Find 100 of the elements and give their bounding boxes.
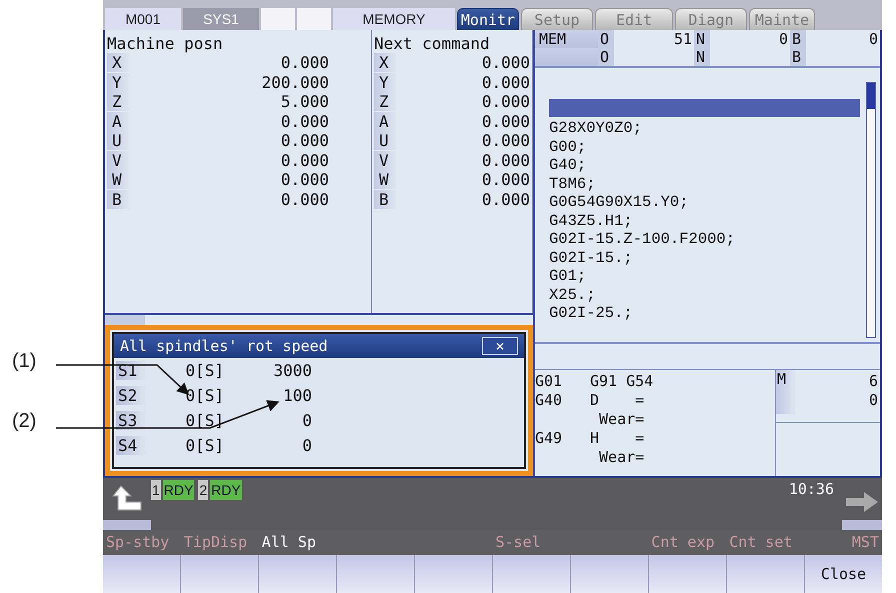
- m-code-value: 6: [868, 372, 878, 391]
- axis-label: V: [107, 150, 129, 170]
- screen-tab[interactable]: Diagn: [675, 8, 747, 30]
- blank-indicator: [261, 8, 295, 30]
- axis-value: 0.000: [280, 53, 330, 72]
- system-number: 2: [198, 480, 208, 500]
- spindle-speed: 100: [282, 386, 312, 405]
- field-value: 0: [778, 30, 789, 48]
- axis-value: 0.000: [480, 131, 530, 150]
- blank-function-key[interactable]: [571, 555, 648, 593]
- axis-label: X: [107, 53, 129, 72]
- spindle-label: S4: [116, 436, 146, 455]
- program-line: X25.;: [549, 286, 597, 304]
- blank-function-key[interactable]: [415, 555, 492, 593]
- blank-function-key[interactable]: [259, 555, 336, 593]
- axis-label: [105, 315, 145, 325]
- modal-code: G49: [535, 429, 564, 448]
- blank-function-key[interactable]: [103, 555, 180, 593]
- axis-label: B: [374, 190, 396, 209]
- axis-value: 0.000: [480, 112, 530, 131]
- modal-code: G01: [535, 372, 564, 391]
- axis-label: X: [374, 53, 396, 72]
- axis-label: V: [374, 150, 396, 170]
- clock-time: 10:36: [788, 479, 835, 500]
- program-line: T8M6;: [549, 174, 597, 193]
- program-line: G0G54G90X15.Y0;: [549, 193, 690, 212]
- m-code-label: M: [776, 370, 795, 414]
- spindle-speed: 0: [301, 411, 312, 430]
- axis-label: U: [107, 131, 129, 150]
- field-label: B: [790, 48, 806, 66]
- program-line: G01;: [549, 267, 588, 286]
- callout-label: (1): [12, 350, 36, 373]
- menu-label: TipDisp: [182, 532, 248, 553]
- axis-value: 0.000: [280, 170, 330, 190]
- field-label: B: [790, 30, 806, 48]
- axis-value: 0.000: [480, 170, 530, 190]
- axis-label: W: [107, 170, 129, 190]
- close-button[interactable]: ×: [482, 337, 518, 355]
- status-label: MEMORY: [333, 8, 455, 30]
- field-label: O: [598, 48, 614, 66]
- spindle-label: S2: [116, 386, 146, 405]
- callout-label: (2): [12, 410, 36, 433]
- spindle-command: 0[S]: [184, 361, 224, 380]
- menu-label: Cnt set: [728, 532, 794, 553]
- menu-label: MST: [850, 532, 880, 553]
- spindle-label: S3: [116, 411, 146, 430]
- system-status: RDY: [210, 480, 242, 500]
- spindle-command: 0[S]: [184, 386, 224, 405]
- field-value: 51: [672, 30, 693, 48]
- field-value: 0: [868, 30, 879, 48]
- blank-function-key[interactable]: [649, 555, 726, 593]
- screen-tab[interactable]: Edit: [595, 8, 673, 30]
- function-key[interactable]: Close: [805, 555, 882, 593]
- panel-title: Next command: [374, 34, 491, 53]
- blank-function-key[interactable]: [337, 555, 414, 593]
- right-arrow-icon[interactable]: [844, 490, 880, 514]
- field-label: N: [694, 48, 710, 66]
- menu-label: Sp-stby: [105, 532, 170, 553]
- axis-value: 0.000: [480, 150, 530, 170]
- modal-text: Wear=: [598, 410, 644, 429]
- scrollbar[interactable]: [866, 82, 876, 338]
- blank-function-key[interactable]: [493, 555, 570, 593]
- modal-text: H =: [590, 429, 644, 448]
- axis-label: Y: [374, 72, 396, 92]
- axis-value: 0.000: [280, 150, 330, 170]
- key-strip: [842, 520, 882, 530]
- key-strip: [103, 520, 151, 530]
- screen-tab[interactable]: Setup: [521, 8, 593, 30]
- axis-label: U: [374, 131, 396, 150]
- spindle-command: 0[S]: [184, 411, 224, 430]
- program-line: G02I-25.;: [549, 304, 634, 322]
- modal-text: G91 G54: [590, 372, 654, 391]
- axis-value: 0.000: [480, 92, 530, 112]
- menu-label: All Sp: [260, 532, 317, 553]
- axis-value: 0.000: [280, 112, 330, 131]
- screen-tab[interactable]: Mainte: [749, 8, 815, 30]
- m-code-value: 0: [868, 391, 878, 410]
- modal-code: G40: [535, 391, 564, 410]
- axis-value: 0.000: [480, 72, 530, 92]
- axis-label: Y: [107, 72, 129, 92]
- axis-value: 0.000: [480, 53, 530, 72]
- spindle-command: 0[S]: [184, 436, 224, 455]
- axis-label: Z: [107, 92, 129, 112]
- blank-function-key[interactable]: [181, 555, 258, 593]
- program-line: G02I-15.Z-100.F2000;: [549, 230, 736, 248]
- menu-label: S-sel: [494, 532, 542, 553]
- program-line: G43Z5.H1;: [549, 212, 634, 230]
- field-label: N: [694, 30, 710, 48]
- panel-title: Machine posn: [107, 34, 224, 53]
- axis-label: A: [374, 112, 396, 131]
- axis-value: 5.000: [280, 92, 330, 112]
- blank-function-key[interactable]: [727, 555, 804, 593]
- axis-label: A: [107, 112, 129, 131]
- mode-label: MEM: [535, 30, 598, 48]
- axis-label: Z: [374, 92, 396, 112]
- axis-value: 0.000: [280, 190, 330, 209]
- system-status: RDY: [162, 480, 194, 500]
- spindle-speed: 3000: [272, 361, 312, 380]
- screen-tab[interactable]: Monitr: [457, 8, 519, 30]
- program-line: G02I-15.;: [549, 248, 634, 267]
